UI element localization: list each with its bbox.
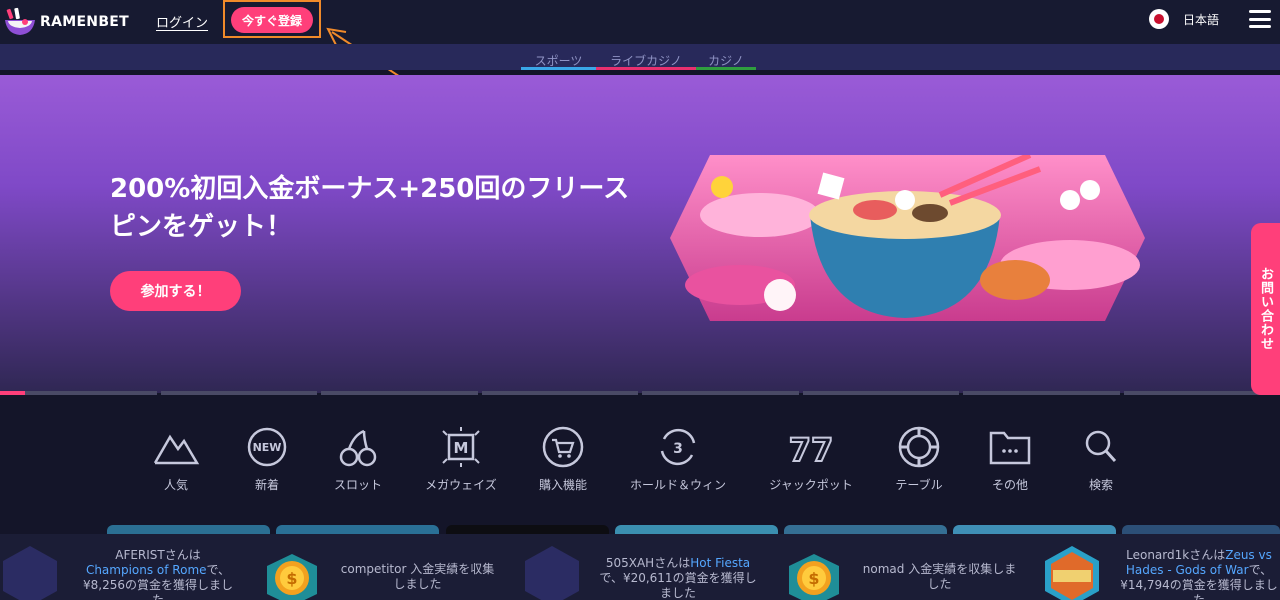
zeus-vs-hades-thumbnail-icon bbox=[1045, 546, 1099, 600]
login-link[interactable]: ログイン bbox=[156, 12, 208, 31]
category-hold-and-win[interactable]: 3 ホールド＆ウィン bbox=[628, 425, 728, 500]
ramen-illustration-icon bbox=[670, 155, 1145, 321]
hexagon-avatar-icon bbox=[3, 546, 57, 600]
register-button[interactable]: 今すぐ登録 bbox=[231, 7, 313, 33]
ticker-item-text: AFERISTさんは Champions of Romeで、¥8,256の賞金を… bbox=[83, 548, 233, 600]
category-jackpot[interactable]: 77 ジャックポット bbox=[761, 425, 861, 500]
slide-indicator[interactable] bbox=[963, 391, 1120, 395]
category-buy-feature[interactable]: 購入機能 bbox=[513, 425, 613, 500]
winners-ticker: AFERISTさんは Champions of Romeで、¥8,256の賞金を… bbox=[0, 534, 1280, 600]
category-bar: 人気 NEW 新着 スロット M メガウェイズ 購入機能 3 ホールド＆ウィン … bbox=[0, 425, 1280, 505]
cart-icon bbox=[542, 426, 584, 468]
tab-sports[interactable]: スポーツ bbox=[521, 52, 596, 70]
ticker-game-link[interactable]: Champions of Rome bbox=[86, 563, 207, 577]
slide-indicator[interactable] bbox=[802, 391, 959, 395]
jackpot-77-icon: 77 bbox=[788, 430, 835, 469]
contact-tab[interactable]: お問い合わせ bbox=[1251, 223, 1280, 395]
chip-icon bbox=[898, 426, 940, 468]
slide-indicator[interactable] bbox=[160, 391, 317, 395]
logo[interactable]: RAMENBET bbox=[3, 7, 129, 37]
hero-title: 200%初回入金ボーナス+250回のフリースピンをゲット！ bbox=[110, 174, 630, 242]
ticker-item-text: 505XAHさんはHot Fiesta で、¥20,611の賞金を獲得しました bbox=[599, 556, 757, 600]
tab-casino[interactable]: カジノ bbox=[696, 52, 756, 70]
register-highlight-box: 今すぐ登録 bbox=[223, 0, 321, 38]
cherry-icon bbox=[339, 429, 377, 467]
ramen-bowl-icon bbox=[5, 7, 35, 35]
new-badge-icon: NEW bbox=[247, 427, 287, 467]
logo-text: RAMENBET bbox=[40, 14, 130, 30]
slide-indicator[interactable] bbox=[642, 391, 799, 395]
mountain-icon bbox=[153, 434, 200, 465]
product-subnav: スポーツ ライブカジノ カジノ bbox=[0, 44, 1280, 70]
svg-text:NEW: NEW bbox=[253, 441, 282, 454]
svg-text:3: 3 bbox=[673, 441, 683, 457]
hamburger-menu-icon[interactable] bbox=[1249, 10, 1271, 28]
svg-text:$: $ bbox=[808, 569, 819, 588]
coin-badge-icon: $ bbox=[267, 554, 317, 600]
slide-indicator[interactable] bbox=[481, 391, 638, 395]
category-other[interactable]: その他 bbox=[960, 425, 1060, 500]
join-button[interactable]: 参加する！ bbox=[110, 271, 241, 311]
category-search[interactable]: 検索 bbox=[1051, 425, 1151, 500]
tab-live-casino[interactable]: ライブカジノ bbox=[596, 52, 696, 70]
category-megaways[interactable]: M メガウェイズ bbox=[411, 425, 511, 500]
folder-icon bbox=[989, 431, 1031, 465]
slide-indicator[interactable] bbox=[321, 391, 478, 395]
category-slots[interactable]: スロット bbox=[308, 425, 408, 500]
language-selector[interactable]: 日本語 bbox=[1149, 9, 1219, 29]
svg-text:M: M bbox=[454, 439, 469, 457]
japan-flag-icon bbox=[1149, 9, 1169, 29]
category-table[interactable]: テーブル bbox=[869, 425, 969, 500]
category-popular[interactable]: 人気 bbox=[126, 425, 226, 500]
ticker-item-text: competitor 入金実績を収集しました bbox=[340, 562, 495, 591]
svg-text:$: $ bbox=[286, 569, 297, 588]
slide-progress bbox=[0, 391, 1280, 395]
ticker-game-link[interactable]: Hot Fiesta bbox=[690, 556, 750, 570]
slide-indicator[interactable] bbox=[0, 391, 157, 395]
hexagon-avatar-icon bbox=[525, 546, 579, 600]
ticker-item-text: Leonard1kさんはZeus vs Hades - Gods of Warで… bbox=[1120, 548, 1278, 600]
ticker-item-text: nomad 入金実績を収集しました bbox=[862, 562, 1017, 591]
megaways-icon: M bbox=[442, 427, 480, 467]
hold-and-win-icon: 3 bbox=[660, 428, 696, 466]
svg-text:77: 77 bbox=[789, 431, 834, 469]
category-new[interactable]: NEW 新着 bbox=[217, 425, 317, 500]
language-label: 日本語 bbox=[1183, 12, 1220, 27]
search-icon bbox=[1085, 430, 1117, 463]
top-header: RAMENBET ログイン 今すぐ登録 日本語 bbox=[0, 0, 1280, 44]
hero-banner[interactable]: 200%初回入金ボーナス+250回のフリースピンをゲット！ 参加する！ bbox=[0, 75, 1280, 393]
coin-badge-icon: $ bbox=[789, 554, 839, 600]
